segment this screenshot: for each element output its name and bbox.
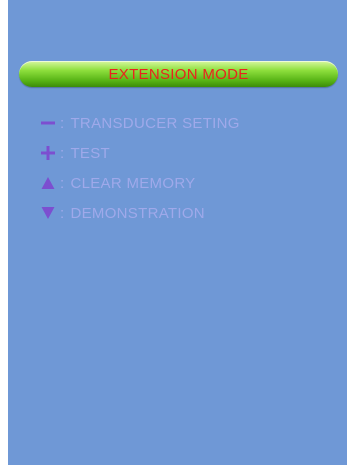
extension-menu: : TRANSDUCER SETING : TEST : CLEAR MEMOR…: [40, 108, 240, 228]
menu-separator: :: [60, 144, 65, 162]
menu-item-clear-memory[interactable]: : CLEAR MEMORY: [40, 168, 240, 198]
minus-icon: [40, 115, 56, 131]
triangle-down-icon: [40, 205, 56, 221]
menu-item-transducer-setting[interactable]: : TRANSDUCER SETING: [40, 108, 240, 138]
menu-item-label: DEMONSTRATION: [70, 204, 205, 222]
menu-separator: :: [60, 114, 65, 132]
menu-item-test[interactable]: : TEST: [40, 138, 240, 168]
menu-item-label: TRANSDUCER SETING: [70, 114, 240, 132]
menu-item-label: TEST: [70, 144, 111, 162]
menu-item-demonstration[interactable]: : DEMONSTRATION: [40, 198, 240, 228]
mode-title-bar: EXTENSION MODE: [19, 61, 338, 87]
triangle-up-icon: [40, 175, 56, 191]
menu-item-label: CLEAR MEMORY: [70, 174, 196, 192]
lcd-screen: EXTENSION MODE : TRANSDUCER SETING : TES…: [8, 0, 347, 465]
plus-icon: [40, 145, 56, 161]
mode-title: EXTENSION MODE: [108, 65, 249, 83]
menu-separator: :: [60, 174, 65, 192]
menu-separator: :: [60, 204, 65, 222]
